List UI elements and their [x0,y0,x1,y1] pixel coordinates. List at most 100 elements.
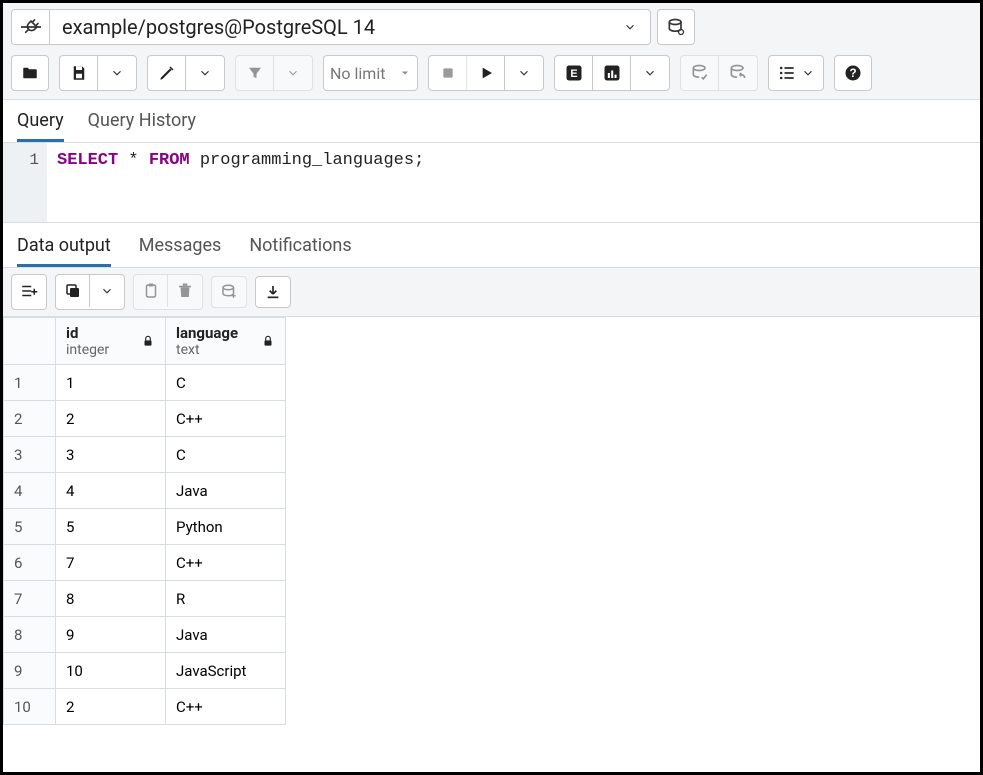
lock-icon [261,334,275,348]
add-row-group [11,274,47,310]
tab-notifications[interactable]: Notifications [249,235,351,267]
column-header-language[interactable]: language text [166,318,286,365]
table-row[interactable]: 44Java [4,473,286,509]
edit-button[interactable] [148,56,186,90]
query-toolbar: No limit E [3,51,980,100]
row-number-cell[interactable]: 3 [4,437,56,473]
table-row[interactable]: 89Java [4,617,286,653]
row-number-cell[interactable]: 9 [4,653,56,689]
cell-id[interactable]: 3 [56,437,166,473]
commit-button[interactable] [681,56,719,90]
cell-language[interactable]: C [166,437,286,473]
cell-id[interactable]: 2 [56,401,166,437]
rollback-button[interactable] [719,56,757,90]
add-row-button[interactable] [12,275,46,307]
edit-dropdown[interactable] [186,56,224,90]
sql-editor[interactable]: 1 SELECT * FROM programming_languages; [3,143,980,223]
row-number-cell[interactable]: 6 [4,545,56,581]
chevron-down-icon [286,66,300,80]
tab-messages[interactable]: Messages [139,235,222,267]
cell-language[interactable]: C++ [166,545,286,581]
cell-id[interactable]: 9 [56,617,166,653]
save-file-group [59,55,137,91]
connection-dropdown-chevron[interactable] [610,10,650,44]
row-number-cell[interactable]: 4 [4,473,56,509]
result-table: id integer language text 11C22C++33C44Ja… [3,317,286,725]
lock-icon [141,334,155,348]
cell-id[interactable]: 5 [56,509,166,545]
database-undo-icon [728,63,748,83]
stop-icon [440,65,456,81]
limit-selector[interactable]: No limit [323,55,418,91]
chevron-down-icon [100,284,114,298]
tab-query[interactable]: Query [17,110,64,142]
macros-group[interactable] [768,55,824,91]
row-number-cell[interactable]: 8 [4,617,56,653]
table-row[interactable]: 67C++ [4,545,286,581]
svg-text:?: ? [850,67,857,80]
filter-dropdown[interactable] [274,56,312,90]
plug-disconnected-icon [21,17,41,37]
save-file-dropdown[interactable] [98,56,136,90]
row-number-cell[interactable]: 2 [4,401,56,437]
table-row[interactable]: 11C [4,365,286,401]
cell-id[interactable]: 1 [56,365,166,401]
table-row[interactable]: 910JavaScript [4,653,286,689]
folder-icon [21,64,39,82]
paste-button[interactable] [134,275,168,307]
cell-id[interactable]: 10 [56,653,166,689]
table-row[interactable]: 78R [4,581,286,617]
stop-button[interactable] [429,56,467,90]
row-number-cell[interactable]: 7 [4,581,56,617]
copy-button[interactable] [56,275,90,307]
filter-group [235,55,313,91]
sql-keyword-select: SELECT [57,151,118,170]
row-number-cell[interactable]: 1 [4,365,56,401]
database-save-icon [220,283,238,301]
column-header-id[interactable]: id integer [56,318,166,365]
explain-dropdown[interactable] [631,56,669,90]
new-connection-button[interactable] [657,9,695,45]
cell-language[interactable]: C [166,365,286,401]
row-number-cell[interactable]: 5 [4,509,56,545]
help-button[interactable]: ? [834,55,872,91]
open-file-button[interactable] [11,55,49,91]
run-dropdown[interactable] [505,56,543,90]
explain-analyze-button[interactable] [593,56,631,90]
filter-button[interactable] [236,56,274,90]
cell-language[interactable]: Java [166,473,286,509]
editor-code[interactable]: SELECT * FROM programming_languages; [47,143,434,222]
database-check-icon [690,63,710,83]
delete-row-button[interactable] [168,275,202,307]
run-button[interactable] [467,56,505,90]
row-number-header[interactable] [4,318,56,365]
cell-id[interactable]: 8 [56,581,166,617]
cell-language[interactable]: Java [166,617,286,653]
table-row[interactable]: 22C++ [4,401,286,437]
cell-language[interactable]: C++ [166,401,286,437]
cell-language[interactable]: JavaScript [166,653,286,689]
table-row[interactable]: 55Python [4,509,286,545]
table-row[interactable]: 33C [4,437,286,473]
connection-selector[interactable]: example/postgres@PostgreSQL 14 [11,9,651,45]
filter-icon [246,64,264,82]
rows-plus-icon [20,282,38,300]
save-file-button[interactable] [60,56,98,90]
cell-id[interactable]: 4 [56,473,166,509]
cell-id[interactable]: 2 [56,689,166,725]
cell-language[interactable]: R [166,581,286,617]
explain-button[interactable]: E [555,56,593,90]
row-number-cell[interactable]: 10 [4,689,56,725]
chevron-down-icon [198,66,212,80]
tab-data-output[interactable]: Data output [17,235,111,267]
download-button[interactable] [255,276,291,308]
table-row[interactable]: 102C++ [4,689,286,725]
tab-query-history[interactable]: Query History [88,110,196,142]
line-number: 1 [3,151,39,169]
cell-id[interactable]: 7 [56,545,166,581]
cell-language[interactable]: C++ [166,689,286,725]
copy-group [55,274,125,310]
cell-language[interactable]: Python [166,509,286,545]
save-data-button[interactable] [211,276,247,308]
copy-dropdown[interactable] [90,275,124,307]
